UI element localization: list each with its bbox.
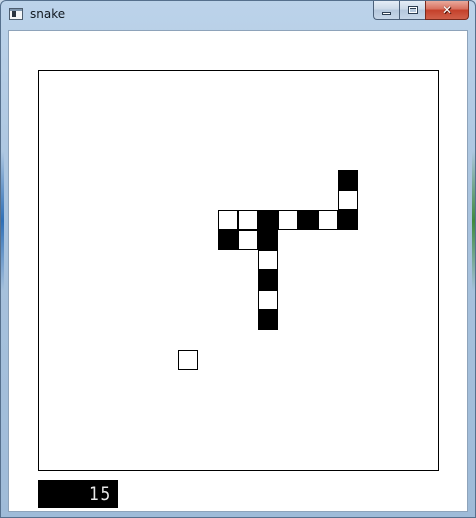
- snake-segment: [258, 310, 278, 330]
- food-pellet: [178, 350, 198, 370]
- snake-segment: [258, 250, 278, 270]
- maximize-button[interactable]: [399, 1, 425, 20]
- snake-segment: [278, 210, 298, 230]
- close-icon: ✕: [441, 3, 453, 17]
- snake-segment: [218, 210, 238, 230]
- window-title: snake: [30, 7, 66, 21]
- snake-segment: [318, 210, 338, 230]
- score-value: 15: [89, 483, 112, 505]
- snake-head: [338, 170, 358, 190]
- snake-segment: [238, 210, 258, 230]
- window-edge-highlight-left: [1, 151, 4, 291]
- snake-segment: [338, 210, 358, 230]
- minimize-button[interactable]: [373, 1, 399, 20]
- snake-segment: [258, 270, 278, 290]
- snake-segment: [258, 290, 278, 310]
- snake-segment: [298, 210, 318, 230]
- snake-segment: [338, 190, 358, 210]
- minimize-icon: [382, 12, 391, 15]
- caption-buttons: ✕: [373, 1, 469, 21]
- title-bar[interactable]: snake ✕: [1, 1, 475, 31]
- snake-segment: [258, 230, 278, 250]
- snake-segment: [258, 210, 278, 230]
- game-board[interactable]: [38, 70, 439, 471]
- close-button[interactable]: ✕: [425, 1, 469, 20]
- snake-segment: [218, 230, 238, 250]
- score-display: 15: [38, 480, 118, 508]
- window-app-icon[interactable]: [9, 8, 23, 20]
- maximize-icon: [408, 6, 418, 14]
- window-edge-highlight-right: [472, 151, 475, 291]
- snake-segment: [238, 230, 258, 250]
